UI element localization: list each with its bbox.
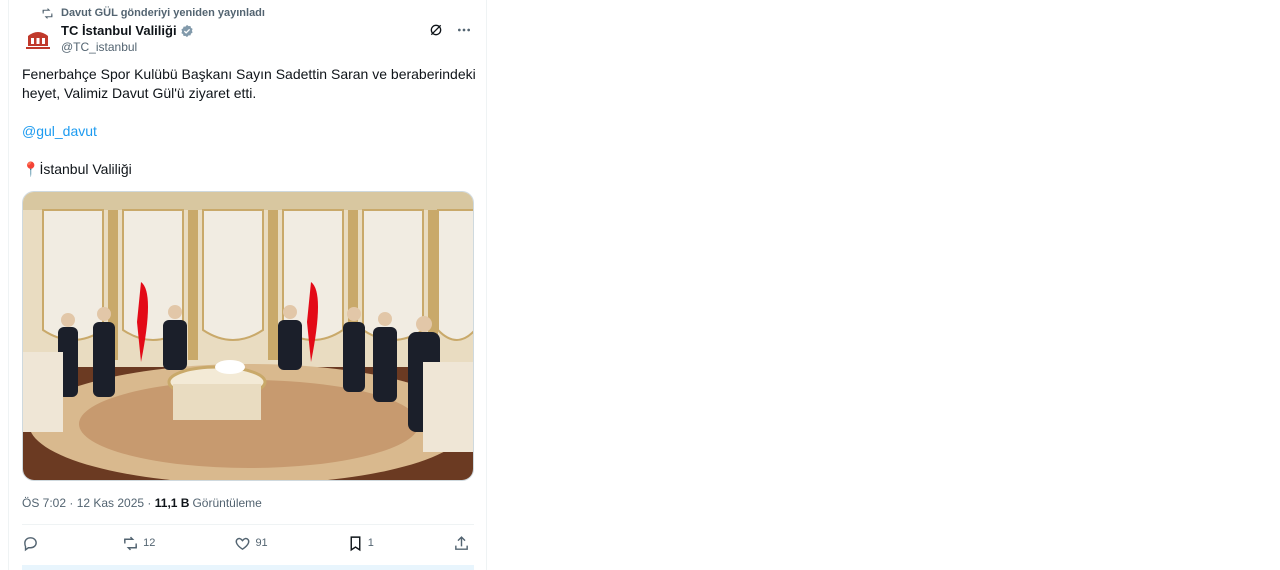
tweet-line1: Fenerbahçe Spor Kulübü Başkanı Sayın Sad… xyxy=(22,66,476,101)
avatar[interactable] xyxy=(23,26,53,52)
reply-composer-edge[interactable] xyxy=(22,565,474,570)
repost-icon xyxy=(42,7,53,19)
repost-icon xyxy=(124,536,137,550)
bookmark-count: 1 xyxy=(367,537,374,549)
heart-icon xyxy=(236,537,250,550)
photo-reception-room xyxy=(23,192,473,480)
views-label: Görüntüleme xyxy=(192,496,262,510)
share-button[interactable] xyxy=(453,535,474,552)
repost-button[interactable]: 12 xyxy=(122,535,155,552)
divider xyxy=(22,524,474,525)
tweet-meta: ÖS 7:02 · 12 Kas 2025 · 11,1 B Görüntülem… xyxy=(22,496,262,510)
verified-badge-icon xyxy=(180,24,193,37)
tweet-photo[interactable] xyxy=(22,191,474,481)
grok-icon[interactable] xyxy=(428,22,444,38)
like-button[interactable]: 91 xyxy=(234,535,268,552)
mention-link[interactable]: @gul_davut xyxy=(22,123,97,139)
like-count: 91 xyxy=(255,537,268,549)
repost-banner[interactable]: Davut GÜL gönderiyi yeniden yayınladı xyxy=(41,5,265,21)
tweet-text: Fenerbahçe Spor Kulübü Başkanı Sayın Sad… xyxy=(22,65,477,179)
tweet-location: İstanbul Valiliği xyxy=(39,161,132,177)
action-bar: 12 91 1 xyxy=(22,532,474,554)
author-name[interactable]: TC İstanbul Valiliği xyxy=(61,23,177,38)
more-options-icon[interactable] xyxy=(456,22,472,38)
tweet-timestamp[interactable]: ÖS 7:02 · 12 Kas 2025 · xyxy=(22,496,151,510)
timeline-column: Davut GÜL gönderiyi yeniden yayınladı TC… xyxy=(8,0,487,570)
author-block[interactable]: TC İstanbul Valiliği @TC_istanbul xyxy=(61,22,194,54)
share-icon xyxy=(455,535,468,550)
istanbul-governorship-logo xyxy=(24,27,52,51)
views-count: 11,1 B xyxy=(154,496,190,510)
repost-banner-text: Davut GÜL gönderiyi yeniden yayınladı xyxy=(61,7,265,19)
reply-button[interactable] xyxy=(22,535,43,552)
author-handle[interactable]: @TC_istanbul xyxy=(61,40,194,54)
bookmark-icon xyxy=(350,535,361,551)
location-pin-icon: 📍 xyxy=(22,161,40,177)
reply-icon xyxy=(24,536,37,551)
repost-count: 12 xyxy=(143,537,156,549)
bookmark-button[interactable]: 1 xyxy=(347,535,374,552)
